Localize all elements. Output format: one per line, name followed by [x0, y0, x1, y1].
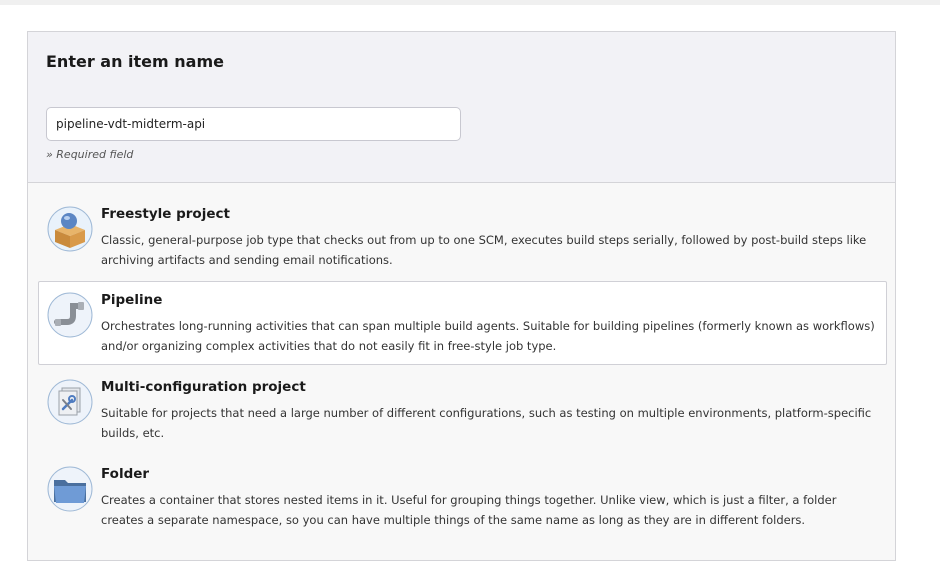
freestyle-project-icon [47, 206, 93, 252]
pipeline-icon [47, 292, 93, 338]
item-type-title: Folder [101, 466, 150, 482]
item-type-description: Classic, general-purpose job type that c… [101, 233, 867, 267]
item-type-folder[interactable]: Folder Creates a container that stores n… [38, 455, 887, 539]
item-type-description: Creates a container that stores nested i… [101, 493, 837, 527]
item-type-title: Freestyle project [101, 206, 230, 222]
item-type-description: Suitable for projects that need a large … [101, 406, 872, 440]
folder-icon [47, 466, 93, 512]
new-item-panel: Enter an item name » Required field Free… [27, 31, 896, 561]
item-type-title: Pipeline [101, 292, 163, 308]
item-name-input[interactable] [46, 107, 461, 141]
item-name-section: Enter an item name » Required field [28, 32, 895, 183]
item-type-multi-configuration-project[interactable]: Multi-configuration project Suitable for… [38, 368, 887, 452]
page-title: Enter an item name [46, 52, 224, 71]
multi-configuration-project-icon [47, 379, 93, 425]
top-bar [0, 0, 940, 5]
item-type-pipeline[interactable]: Pipeline Orchestrates long-running activ… [38, 281, 887, 365]
required-field-hint: » Required field [46, 148, 134, 161]
item-type-description: Orchestrates long-running activities tha… [101, 319, 875, 353]
item-type-title: Multi-configuration project [101, 379, 306, 395]
item-type-freestyle-project[interactable]: Freestyle project Classic, general-purpo… [38, 195, 887, 279]
